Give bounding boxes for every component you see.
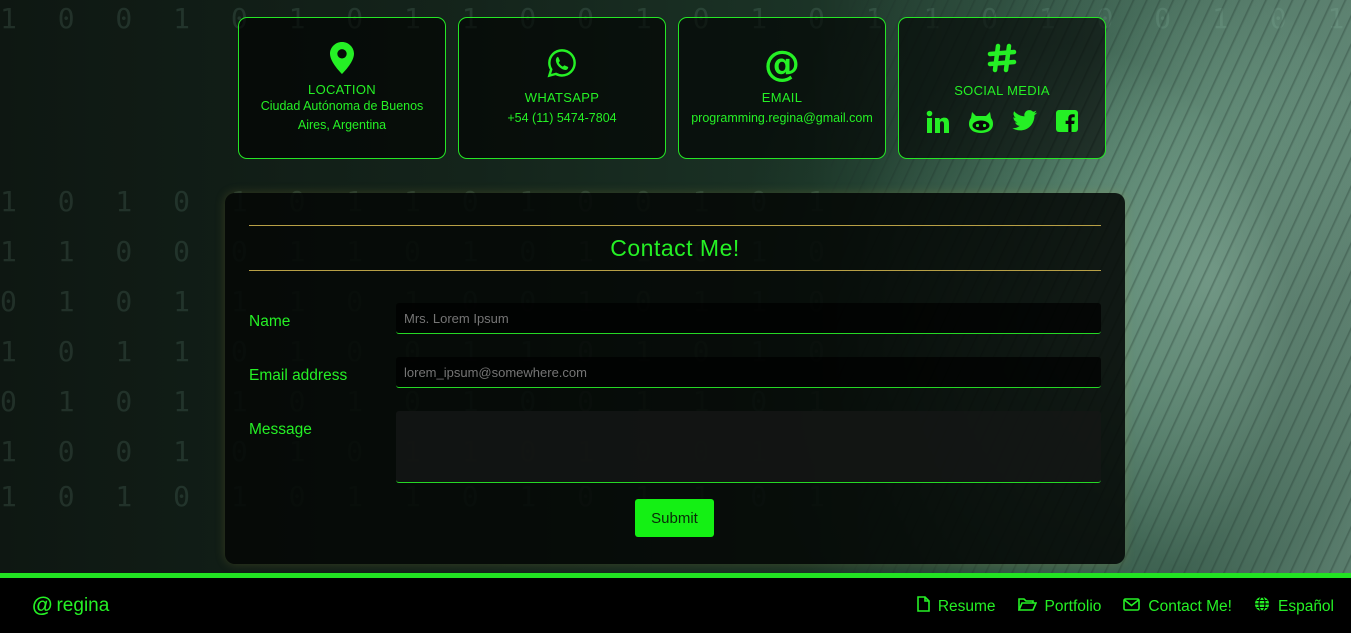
nav-label: Resume [937,597,996,615]
email-card: @ EMAIL programming.regina@gmail.com [678,17,886,159]
email-address[interactable]: programming.regina@gmail.com [681,109,883,128]
nav-portfolio[interactable]: Portfolio [1017,596,1102,617]
location-text: Ciudad Autónoma de Buenos Aires, Argenti… [260,98,424,132]
brand-logo[interactable]: @ regina [32,594,109,618]
submit-button[interactable]: Submit [635,499,714,537]
map-pin-icon [329,41,355,78]
social-media-card: SOCIAL MEDIA [898,17,1106,159]
card-title: WHATSAPP [524,90,600,105]
twitter-icon[interactable] [1012,109,1038,134]
hashtag-icon [987,43,1017,77]
file-icon [917,596,930,617]
at-sign-icon: @ [32,594,53,617]
email-input[interactable] [396,357,1101,388]
email-label: Email address [249,367,348,384]
message-label: Message [249,421,312,438]
card-title: EMAIL [761,90,803,105]
nav-label: Portfolio [1044,597,1102,615]
linkedin-icon[interactable] [926,110,950,134]
message-textarea[interactable] [396,411,1101,483]
whatsapp-number[interactable]: +54 (11) 5474-7804 [497,109,626,128]
footer-nav: @ regina Resume Portfolio Contact Me! Es… [0,573,1351,633]
form-title: Contact Me! [610,234,740,261]
name-label: Name [249,313,291,330]
nav-menu: Resume Portfolio Contact Me! Español [917,596,1334,617]
card-title: SOCIAL MEDIA [954,82,1050,98]
brand-name: regina [56,595,110,616]
nav-label: Contact Me! [1148,597,1232,615]
folder-open-icon [1017,597,1037,617]
facebook-icon[interactable] [1056,109,1078,134]
nav-contact[interactable]: Contact Me! [1123,596,1232,617]
github-icon[interactable] [968,110,994,134]
social-links [926,109,1078,134]
form-title-bar: Contact Me! [249,225,1101,271]
whatsapp-icon [547,48,577,82]
whatsapp-card: WHATSAPP +54 (11) 5474-7804 [458,17,666,159]
nav-language[interactable]: Español [1254,596,1334,617]
at-sign-icon: @ [764,44,800,85]
card-title: LOCATION [308,81,376,97]
nav-label: Español [1277,597,1334,615]
nav-resume[interactable]: Resume [917,596,996,617]
globe-icon [1254,596,1270,617]
location-card: LOCATION Ciudad Autónoma de Buenos Aires… [238,17,446,159]
contact-form: Contact Me! Name Email address Message S… [225,193,1125,564]
name-input[interactable] [396,303,1101,334]
contact-cards: LOCATION Ciudad Autónoma de Buenos Aires… [238,17,1106,159]
envelope-icon [1123,597,1141,616]
